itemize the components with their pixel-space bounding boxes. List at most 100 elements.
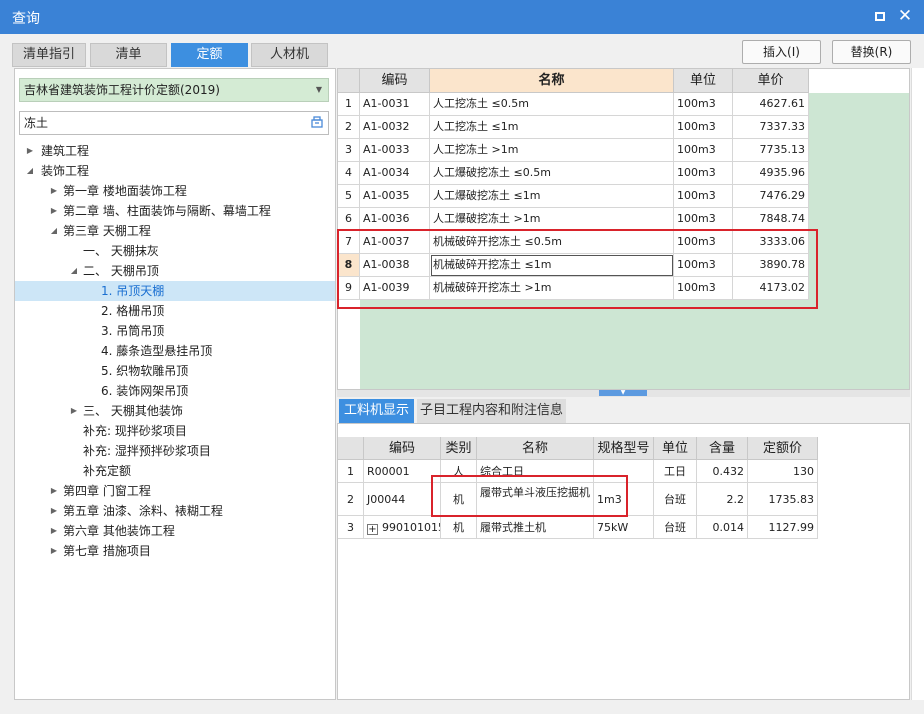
cell-name[interactable]: 人工挖冻土 ≤1m (430, 116, 674, 139)
tree-node[interactable]: 1. 吊顶天棚 (15, 281, 335, 301)
res-cell-price[interactable]: 130 (748, 460, 818, 483)
collapse-icon[interactable]: ◢ (25, 161, 35, 181)
res-cell-spec[interactable] (594, 460, 654, 483)
cell-idx[interactable]: 9 (338, 277, 360, 300)
cell-price[interactable]: 7476.29 (733, 185, 809, 208)
table-row[interactable]: 6 A1-0036 人工爆破挖冻土 >1m 100m3 7848.74 (338, 208, 809, 231)
tree-node[interactable]: ▶ 第五章 油漆、涂料、裱糊工程 (15, 501, 335, 521)
tree-node[interactable]: ◢ 二、 天棚吊顶 (15, 261, 335, 281)
expand-icon[interactable]: ▶ (49, 481, 59, 501)
insert-button[interactable]: 插入(I) (742, 40, 821, 64)
tab-bill[interactable]: 清单 (90, 43, 167, 67)
cell-unit[interactable]: 100m3 (674, 116, 733, 139)
table-row[interactable]: 5 A1-0035 人工爆破挖冻土 ≤1m 100m3 7476.29 (338, 185, 809, 208)
table-row[interactable]: 9 A1-0039 机械破碎开挖冻土 >1m 100m3 4173.02 (338, 277, 809, 300)
collapse-icon[interactable]: ◢ (69, 261, 79, 281)
expand-icon[interactable]: ▶ (69, 401, 79, 421)
cell-idx[interactable]: 7 (338, 231, 360, 254)
collapse-icon[interactable]: ◢ (49, 221, 59, 241)
cell-code[interactable]: A1-0032 (360, 116, 430, 139)
col-header-code[interactable]: 编码 (360, 69, 430, 93)
cell-unit[interactable]: 100m3 (674, 277, 733, 300)
collapse-arrow-icon[interactable]: ▼ (599, 390, 647, 396)
cell-name[interactable]: 人工爆破挖冻土 ≤1m (430, 185, 674, 208)
table-row[interactable]: 4 A1-0034 人工爆破挖冻土 ≤0.5m 100m3 4935.96 (338, 162, 809, 185)
tree-node[interactable]: 3. 吊筒吊顶 (15, 321, 335, 341)
cell-name[interactable]: 人工挖冻土 ≤0.5m (430, 93, 674, 116)
tree-node[interactable]: ▶ 第四章 门窗工程 (15, 481, 335, 501)
res-cell-idx[interactable]: 3 (338, 516, 364, 539)
cell-code[interactable]: A1-0031 (360, 93, 430, 116)
col-header-price[interactable]: 单价 (733, 69, 809, 93)
cell-name[interactable]: 人工爆破挖冻土 >1m (430, 208, 674, 231)
cell-idx[interactable]: 1 (338, 93, 360, 116)
res-col-header-name[interactable]: 名称 (477, 437, 594, 460)
cell-idx[interactable]: 8 (338, 254, 360, 277)
res-col-header-unit[interactable]: 单位 (654, 437, 697, 460)
table-row[interactable]: 7 A1-0037 机械破碎开挖冻土 ≤0.5m 100m3 3333.06 (338, 231, 809, 254)
cell-name[interactable]: 人工挖冻土 >1m (430, 139, 674, 162)
right-edge-scrollbar[interactable] (911, 68, 924, 700)
cell-code[interactable]: A1-0037 (360, 231, 430, 254)
close-icon[interactable]: ✕ (896, 7, 914, 25)
tree-node[interactable]: ◢ 第三章 天棚工程 (15, 221, 335, 241)
expand-icon[interactable]: ▶ (49, 501, 59, 521)
cell-idx[interactable]: 6 (338, 208, 360, 231)
expand-icon[interactable]: ▶ (49, 181, 59, 201)
res-col-header-spec[interactable]: 规格型号 (594, 437, 654, 460)
res-col-header-price[interactable]: 定额价 (748, 437, 818, 460)
cell-price[interactable]: 7848.74 (733, 208, 809, 231)
res-cell-price[interactable]: 1735.83 (748, 483, 818, 516)
tree-node[interactable]: ▶ 第六章 其他装饰工程 (15, 521, 335, 541)
res-col-header-qty[interactable]: 含量 (697, 437, 748, 460)
pane-splitter[interactable]: ▼ (337, 390, 910, 397)
tree-node[interactable]: ▶ 第七章 措施项目 (15, 541, 335, 561)
tab-work-content[interactable]: 子目工程内容和附注信息 (417, 399, 566, 423)
res-cell-qty[interactable]: 0.432 (697, 460, 748, 483)
res-cell-type[interactable]: 机 (441, 516, 477, 539)
tree-node[interactable]: ▶ 第一章 楼地面装饰工程 (15, 181, 335, 201)
res-cell-name[interactable]: 履带式单斗液压挖掘机 (477, 483, 594, 516)
col-header-unit[interactable]: 单位 (674, 69, 733, 93)
search-lib-icon[interactable] (310, 115, 324, 129)
cell-code[interactable]: A1-0035 (360, 185, 430, 208)
col-header-name[interactable]: 名称 (430, 69, 674, 93)
expand-plus-icon[interactable]: + (367, 524, 378, 535)
res-cell-code[interactable]: J00044 (364, 483, 441, 516)
tree-node[interactable]: 补充: 湿拌预拌砂浆项目 (15, 441, 335, 461)
tab-bill-guide[interactable]: 清单指引 (12, 43, 86, 67)
tab-quota[interactable]: 定额 (171, 43, 248, 67)
cell-unit[interactable]: 100m3 (674, 93, 733, 116)
res-cell-qty[interactable]: 2.2 (697, 483, 748, 516)
cell-price[interactable]: 4173.02 (733, 277, 809, 300)
table-row[interactable]: 8 A1-0038 机械破碎开挖冻土 ≤1m 100m3 3890.78 (338, 254, 809, 277)
res-cell-idx[interactable]: 1 (338, 460, 364, 483)
library-select[interactable]: 吉林省建筑装饰工程计价定额(2019) ▼ (19, 78, 329, 102)
tree-node[interactable]: ▶ 三、 天棚其他装饰 (15, 401, 335, 421)
maximize-icon[interactable] (871, 7, 889, 25)
tree-node[interactable]: ◢ 装饰工程 (15, 161, 335, 181)
cell-price[interactable]: 3333.06 (733, 231, 809, 254)
tab-materials[interactable]: 人材机 (251, 43, 328, 67)
tree-node[interactable]: 补充: 现拌砂浆项目 (15, 421, 335, 441)
res-cell-code[interactable]: R00001 (364, 460, 441, 483)
cell-name[interactable]: 机械破碎开挖冻土 ≤0.5m (430, 231, 674, 254)
search-input[interactable]: 冻土 (19, 111, 329, 135)
res-cell-code[interactable]: +990101015 (364, 516, 441, 539)
tree-node[interactable]: 补充定额 (15, 461, 335, 481)
cell-code[interactable]: A1-0034 (360, 162, 430, 185)
cell-unit[interactable]: 100m3 (674, 254, 733, 277)
cell-idx[interactable]: 2 (338, 116, 360, 139)
cell-name[interactable]: 机械破碎开挖冻土 ≤1m (430, 254, 674, 277)
cell-code[interactable]: A1-0033 (360, 139, 430, 162)
res-cell-spec[interactable]: 1m3 (594, 483, 654, 516)
cell-name[interactable]: 机械破碎开挖冻土 >1m (430, 277, 674, 300)
table-row[interactable]: 2 A1-0032 人工挖冻土 ≤1m 100m3 7337.33 (338, 116, 809, 139)
table-row[interactable]: 3 A1-0033 人工挖冻土 >1m 100m3 7735.13 (338, 139, 809, 162)
cell-unit[interactable]: 100m3 (674, 208, 733, 231)
tree-node[interactable]: 2. 格栅吊顶 (15, 301, 335, 321)
cell-price[interactable]: 4935.96 (733, 162, 809, 185)
res-cell-unit[interactable]: 台班 (654, 483, 697, 516)
cell-code[interactable]: A1-0039 (360, 277, 430, 300)
cell-name[interactable]: 人工爆破挖冻土 ≤0.5m (430, 162, 674, 185)
